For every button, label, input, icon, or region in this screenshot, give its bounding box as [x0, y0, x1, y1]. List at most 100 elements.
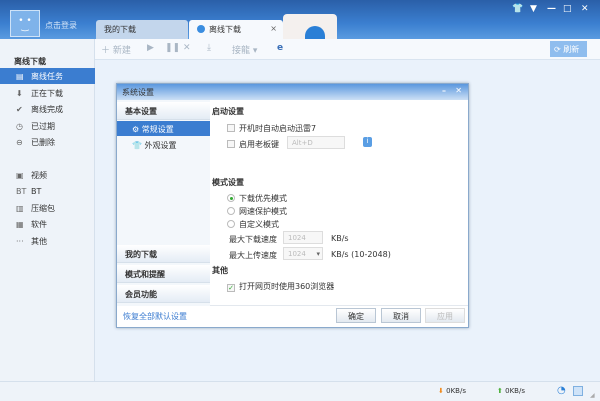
close-tab-icon[interactable]: × [270, 24, 277, 33]
nav-mode-reminder[interactable]: 模式和提醒 [117, 265, 210, 283]
max-down-label: 最大下载速度 [229, 235, 277, 244]
tab-my-downloads[interactable]: 我的下载 [96, 20, 188, 39]
label: 正在下载 [31, 89, 63, 98]
skin-icon[interactable]: 👕 [512, 4, 523, 14]
sidebar-item-expired[interactable]: ◷ 已过期 [0, 118, 95, 134]
refresh-button[interactable]: ⟳ 刷新 [550, 41, 587, 57]
archive-icon: ▥ [16, 204, 24, 213]
title-bar: • • ‿ 点击登录 我的下载 离线下载 × 👕 ▼ — □ ✕ [0, 0, 600, 40]
label: 离线任务 [31, 72, 63, 81]
new-label: 新建 [112, 46, 131, 56]
download-icon[interactable]: ⤓ [207, 43, 211, 53]
max-up-label: 最大上传速度 [229, 251, 277, 260]
download-icon: ⬇ [16, 89, 23, 98]
panel-toggle-icon[interactable] [573, 386, 583, 396]
pause-icon[interactable]: ❚❚ [165, 43, 180, 53]
sidebar-item-offline-tasks[interactable]: ▤ 离线任务 [0, 68, 95, 84]
start-icon[interactable]: ▶ [147, 43, 154, 53]
max-up-select[interactable]: 1024 ▾ [283, 247, 323, 260]
sidebar-item-deleted[interactable]: ⊖ 已删除 [0, 134, 95, 150]
bosskey-checkbox[interactable]: 启用老板键 [227, 139, 279, 150]
startup-heading: 启动设置 [212, 107, 244, 116]
arrow-up-icon: ⬆ [497, 387, 503, 395]
label: 自定义模式 [239, 220, 279, 229]
dialog-minimize-icon[interactable]: – [442, 86, 446, 95]
nav-appearance[interactable]: 👕 外观设置 [117, 137, 210, 152]
radio-network-protect[interactable]: 网速保护模式 [227, 206, 287, 217]
dialog-title: 系统设置 [122, 88, 154, 97]
category-other[interactable]: ··· 其他 [0, 233, 95, 249]
delete-icon: ⊖ [16, 138, 23, 147]
download-dropdown[interactable]: 接龍 ▾ [232, 43, 257, 56]
sidebar-item-downloading[interactable]: ⬇ 正在下载 [0, 85, 95, 101]
label: 下载优先模式 [239, 194, 287, 203]
browser-checkbox[interactable]: ✓ 打开网页时使用360浏览器 [227, 281, 334, 292]
label: 网速保护模式 [239, 207, 287, 216]
more-icon: ··· [16, 237, 24, 246]
login-link[interactable]: 点击登录 [45, 20, 77, 31]
nav-my-downloads[interactable]: 我的下载 [117, 245, 210, 263]
menu-icon[interactable]: ▼ [530, 4, 537, 14]
nav-member[interactable]: 会员功能 [117, 285, 210, 303]
info-icon[interactable]: i [363, 137, 372, 147]
status-bar: ⬇ 0KB/s ⬆ 0KB/s ◔ ◢ [0, 381, 600, 401]
sidebar: 离线下载 ▤ 离线任务 ⬇ 正在下载 ✔ 离线完成 ◷ 已过期 ⊖ 已删除 ▣ 视频 BT B… [0, 39, 95, 381]
value: 0KB/s [505, 387, 525, 395]
bosskey-input[interactable]: Alt+D [287, 136, 345, 149]
arrow-down-icon: ⬇ [438, 387, 444, 395]
ie-icon[interactable]: e [277, 43, 283, 53]
label: 离线完成 [31, 105, 63, 114]
nav-basic-settings[interactable]: 基本设置 [117, 102, 210, 120]
mode-heading: 模式设置 [212, 178, 244, 187]
document-icon: ▤ [16, 72, 24, 81]
download-speed: ⬇ 0KB/s [438, 387, 466, 395]
dialog-title-bar: 系统设置 – ✕ [117, 84, 468, 100]
tab-offline-download[interactable]: 离线下载 × [189, 20, 283, 39]
value: 0KB/s [446, 387, 466, 395]
label: 其他 [31, 237, 47, 246]
label: 启用老板键 [239, 140, 279, 149]
ok-button[interactable]: 确定 [336, 308, 376, 323]
tab-label: 我的下载 [104, 25, 136, 34]
new-button[interactable]: ＋ 新建 [101, 43, 131, 56]
sidebar-heading: 离线下载 [14, 57, 46, 66]
tab-label: 离线下载 [209, 25, 241, 34]
bt-icon: BT [16, 187, 27, 196]
category-software[interactable]: ▦ 软件 [0, 216, 95, 232]
sidebar-item-completed[interactable]: ✔ 离线完成 [0, 101, 95, 117]
download-label: 接龍 [232, 46, 251, 56]
software-icon: ▦ [16, 220, 24, 229]
label: 已过期 [31, 122, 55, 131]
cancel-button[interactable]: 取消 [381, 308, 421, 323]
radio-download-priority[interactable]: 下载优先模式 [227, 193, 287, 204]
avatar[interactable]: • • ‿ [10, 10, 40, 37]
refresh-label: 刷新 [563, 45, 580, 54]
apply-button[interactable]: 应用 [425, 308, 465, 323]
close-icon[interactable]: ✕ [581, 4, 589, 14]
video-icon: ▣ [16, 171, 24, 180]
category-video[interactable]: ▣ 视频 [0, 167, 95, 183]
resize-grip-icon[interactable]: ◢ [590, 392, 595, 399]
label: 软件 [31, 220, 47, 229]
sync-icon[interactable]: ◔ [557, 385, 566, 396]
label: 开机时自动启动迅雷7 [239, 124, 317, 133]
dialog-close-icon[interactable]: ✕ [455, 86, 462, 95]
settings-dialog: 系统设置 – ✕ 基本设置 ⚙ 常规设置 👕 外观设置 我的下载 模式和提醒 会… [116, 83, 469, 328]
check-icon: ✔ [16, 105, 23, 114]
maximize-icon[interactable]: □ [563, 4, 572, 14]
radio-custom[interactable]: 自定义模式 [227, 219, 279, 230]
category-bt[interactable]: BT BT [0, 184, 95, 200]
nav-general[interactable]: ⚙ 常规设置 [117, 121, 210, 136]
label: 已删除 [31, 138, 55, 147]
upload-speed: ⬆ 0KB/s [497, 387, 525, 395]
label: 外观设置 [144, 141, 177, 150]
max-down-input[interactable]: 1024 [283, 231, 323, 244]
category-archive[interactable]: ▥ 压缩包 [0, 200, 95, 216]
autostart-checkbox[interactable]: 开机时自动启动迅雷7 [227, 123, 316, 134]
minimize-icon[interactable]: — [547, 4, 556, 14]
label: 常规设置 [141, 125, 174, 134]
value: 1024 [288, 250, 306, 258]
restore-defaults-link[interactable]: 恢复全部默认设置 [123, 311, 187, 322]
delete-icon[interactable]: ✕ [183, 43, 191, 53]
toolbar: ＋ 新建 ▶ ❚❚ ✕ ⤓ 接龍 ▾ e ⟳ 刷新 [95, 39, 600, 60]
